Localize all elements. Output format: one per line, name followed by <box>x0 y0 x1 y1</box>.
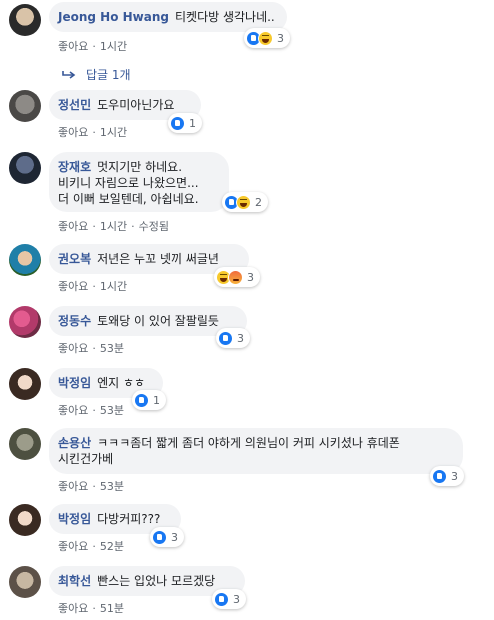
comment-author[interactable]: 정선민 <box>58 98 91 112</box>
comment-meta: 좋아요 · 1시간 <box>58 280 128 293</box>
avatar[interactable] <box>9 428 41 460</box>
comment-timestamp[interactable]: 1시간 <box>100 220 127 233</box>
like-reaction-icon <box>214 591 229 607</box>
haha-reaction-icon <box>236 194 251 210</box>
like-reaction-icon <box>134 392 149 408</box>
comment-text: 빤스는 입었나 모르겠당 <box>97 574 216 588</box>
comment-author[interactable]: 권오복 <box>58 252 91 266</box>
comment-author[interactable]: 장재호 <box>58 160 91 174</box>
reaction-summary[interactable]: 3 <box>244 28 290 48</box>
edited-label: 수정됨 <box>138 220 169 233</box>
reaction-count: 1 <box>153 393 160 407</box>
like-reaction-icon <box>432 468 447 484</box>
avatar[interactable] <box>9 90 41 122</box>
reaction-summary[interactable]: 3 <box>212 589 246 609</box>
reaction-count: 3 <box>171 530 178 544</box>
like-reaction-icon <box>218 330 233 346</box>
view-replies-link[interactable]: 답글 1개 <box>62 66 131 83</box>
comment-text: 저년은 누꼬 넷끼 써글년 <box>97 252 219 266</box>
avatar[interactable] <box>9 306 41 338</box>
comment-author[interactable]: 손용산 <box>58 436 91 450</box>
reaction-summary[interactable]: 3 <box>214 267 260 287</box>
like-button[interactable]: 좋아요 <box>58 280 88 293</box>
like-reaction-icon <box>170 115 185 131</box>
reaction-count: 1 <box>189 116 196 130</box>
haha-reaction-icon <box>258 30 273 46</box>
comment-timestamp[interactable]: 1시간 <box>100 40 127 53</box>
avatar[interactable] <box>9 4 41 36</box>
comment-text: 티켓다방 생각나네.. <box>174 10 275 24</box>
comment-timestamp[interactable]: 52분 <box>100 540 124 553</box>
comment-text: 토왜당 이 있어 잘팔릴듯 <box>97 314 219 328</box>
like-reaction-icon <box>152 529 167 545</box>
comment-text: 다방커피??? <box>97 512 161 526</box>
reaction-count: 3 <box>451 469 458 483</box>
reaction-count: 3 <box>247 270 254 284</box>
like-button[interactable]: 좋아요 <box>58 40 88 53</box>
comment-meta: 좋아요 · 53분 <box>58 342 124 355</box>
avatar[interactable] <box>9 368 41 400</box>
reaction-summary[interactable]: 3 <box>430 466 464 486</box>
replies-count[interactable]: 답글 1개 <box>86 66 131 83</box>
comment-author[interactable]: 정동수 <box>58 314 91 328</box>
angry-reaction-icon <box>228 269 243 285</box>
comment-meta: 좋아요 · 1시간 · 수정됨 <box>58 220 169 233</box>
reply-arrow-icon <box>62 70 76 79</box>
like-button[interactable]: 좋아요 <box>58 480 88 493</box>
comment-meta: 좋아요 · 1시간 <box>58 126 128 139</box>
comment-text: 도우미아닌가요 <box>97 98 175 112</box>
reaction-summary[interactable]: 1 <box>168 113 202 133</box>
reaction-count: 2 <box>255 195 262 209</box>
reaction-summary[interactable]: 3 <box>216 328 250 348</box>
comment-timestamp[interactable]: 1시간 <box>100 280 127 293</box>
comment-meta: 좋아요 · 52분 <box>58 540 124 553</box>
avatar[interactable] <box>9 244 41 276</box>
comment-text: ㅋㅋㅋ좀더 짧게 좀더 야하게 의원님이 커피 시키셨나 휴데폰 시킨건가베 <box>58 436 400 466</box>
reaction-summary[interactable]: 3 <box>150 527 184 547</box>
like-button[interactable]: 좋아요 <box>58 126 88 139</box>
comment-bubble: 장재호 멋지기만 하네요. 비키니 자림으로 나왔으면... 더 이뻐 보일텐데,… <box>49 152 229 212</box>
comment-timestamp[interactable]: 53분 <box>100 480 124 493</box>
comment-author[interactable]: Jeong Ho Hwang <box>58 10 169 24</box>
comment-timestamp[interactable]: 1시간 <box>100 126 127 139</box>
comment-author[interactable]: 박정임 <box>58 376 91 390</box>
reaction-count: 3 <box>277 31 284 45</box>
comment-meta: 좋아요 · 1시간 <box>58 40 128 53</box>
comment-timestamp[interactable]: 51분 <box>100 602 124 615</box>
like-button[interactable]: 좋아요 <box>58 220 88 233</box>
reaction-count: 3 <box>233 592 240 606</box>
reaction-summary[interactable]: 2 <box>222 192 268 212</box>
comment-bubble: 손용산 ㅋㅋㅋ좀더 짧게 좀더 야하게 의원님이 커피 시키셨나 휴데폰 시킨건가… <box>49 428 463 474</box>
comment-meta: 좋아요 · 51분 <box>58 602 124 615</box>
like-button[interactable]: 좋아요 <box>58 602 88 615</box>
comment-timestamp[interactable]: 53분 <box>100 342 124 355</box>
like-button[interactable]: 좋아요 <box>58 404 88 417</box>
comment-text: 엔지 ㅎㅎ <box>97 376 146 390</box>
like-button[interactable]: 좋아요 <box>58 342 88 355</box>
avatar[interactable] <box>9 566 41 598</box>
like-button[interactable]: 좋아요 <box>58 540 88 553</box>
comment-author[interactable]: 박정임 <box>58 512 91 526</box>
avatar[interactable] <box>9 504 41 536</box>
comment-author[interactable]: 최학선 <box>58 574 91 588</box>
reaction-summary[interactable]: 1 <box>132 390 166 410</box>
comment-timestamp[interactable]: 53분 <box>100 404 124 417</box>
avatar[interactable] <box>9 152 41 184</box>
comment-meta: 좋아요 · 53분 <box>58 480 124 493</box>
comment-meta: 좋아요 · 53분 <box>58 404 124 417</box>
reaction-count: 3 <box>237 331 244 345</box>
